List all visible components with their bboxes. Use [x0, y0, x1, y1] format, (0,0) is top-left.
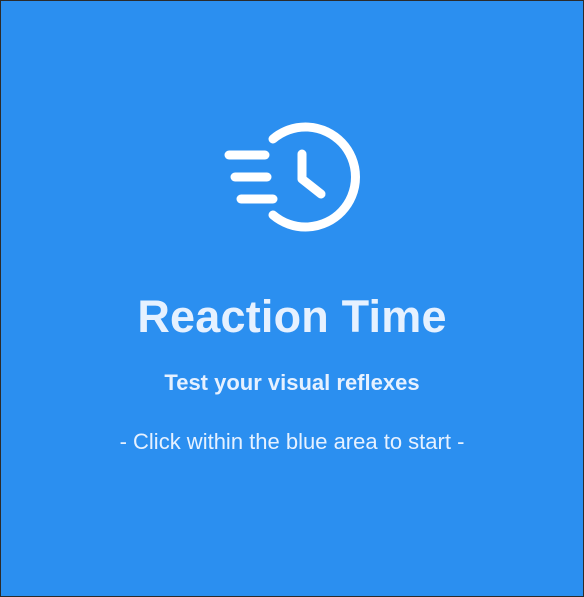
reaction-test-area[interactable]: Reaction Time Test your visual reflexes … [1, 1, 583, 596]
page-subtitle: Test your visual reflexes [164, 370, 420, 395]
stopwatch-speed-icon [221, 119, 363, 234]
start-instruction: - Click within the blue area to start - [119, 429, 465, 454]
page-title: Reaction Time [137, 291, 447, 342]
